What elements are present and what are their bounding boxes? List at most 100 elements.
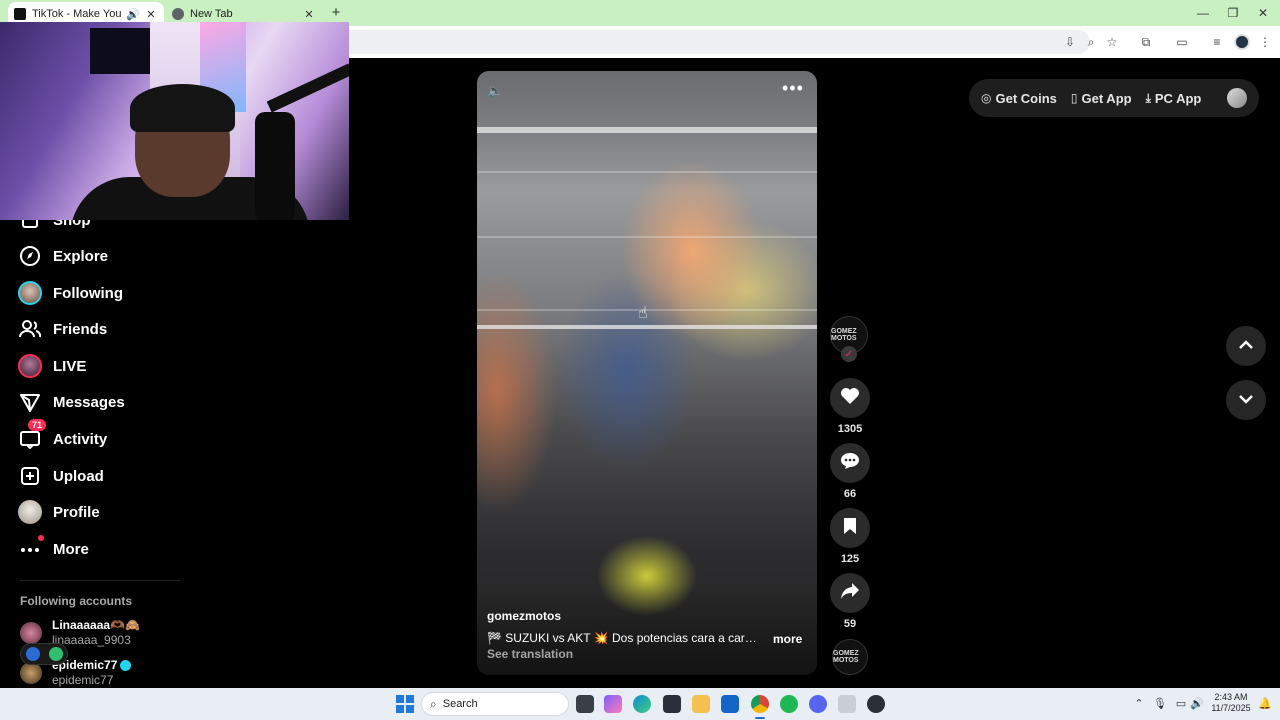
- sidebar-item-label: More: [53, 540, 89, 558]
- tab-title: TikTok - Make Your Day: [32, 8, 122, 20]
- search-icon: ⌕: [430, 696, 437, 711]
- bookmark-star-icon[interactable]: ☆: [1104, 34, 1120, 50]
- sidebar-item-friends[interactable]: Friends: [18, 315, 107, 343]
- account-avatar: [20, 622, 42, 644]
- comment-button[interactable]: [830, 443, 870, 483]
- sidebar-item-more[interactable]: More: [18, 535, 89, 563]
- windows-start-icon[interactable]: [396, 695, 414, 713]
- video-player[interactable]: 🔈 ••• gomezmotos 🏁 SUZUKI vs AKT 💥 Dos p…: [477, 71, 817, 675]
- chrome-icon[interactable]: [751, 695, 769, 713]
- sidebar-item-label: LIVE: [53, 357, 87, 375]
- save-count: 125: [840, 553, 860, 565]
- share-count: 59: [843, 618, 857, 630]
- edge-icon[interactable]: [633, 695, 651, 713]
- webcam-streamer-beanie: [130, 84, 235, 132]
- minimize-button[interactable]: —: [1188, 4, 1218, 22]
- address-bar[interactable]: [300, 30, 1090, 54]
- cast-icon[interactable]: ▭: [1174, 34, 1190, 50]
- new-tab-button[interactable]: +: [328, 4, 344, 22]
- sidebar-item-label: Friends: [53, 320, 108, 338]
- follow-check-icon[interactable]: ✓: [841, 346, 857, 362]
- see-translation-link[interactable]: See translation: [487, 647, 573, 661]
- heart-icon: [840, 387, 860, 410]
- extension-io-icon[interactable]: [25, 647, 40, 661]
- tray-overflow-icon[interactable]: ⌃: [1132, 696, 1146, 712]
- next-video-button[interactable]: [1226, 380, 1266, 420]
- xbox-icon[interactable]: [838, 695, 856, 713]
- like-count: 1305: [837, 423, 863, 435]
- pc-app-button[interactable]: ⤓ PC App: [1146, 91, 1202, 106]
- webcam-microphone: [255, 112, 295, 220]
- tab-title: New Tab: [190, 8, 233, 20]
- video-frame-detail: [477, 127, 817, 133]
- sidebar-item-following[interactable]: Following: [18, 279, 123, 307]
- taskbar-clock[interactable]: 2:43 AM 11/7/2025: [1208, 692, 1254, 714]
- notification-bell-icon[interactable]: 🔔: [1258, 696, 1272, 712]
- phone-icon: ▯: [1070, 91, 1078, 105]
- sidebar-item-label: Following: [53, 284, 123, 302]
- network-icon[interactable]: ▭: [1174, 696, 1188, 712]
- next-creator-avatar[interactable]: GOMEZ MOTOS: [832, 639, 868, 675]
- zoom-icon[interactable]: ⌕: [1083, 34, 1099, 50]
- task-view-icon[interactable]: [576, 695, 594, 713]
- browser-menu-icon[interactable]: ⋮: [1257, 34, 1273, 50]
- close-window-button[interactable]: ✕: [1248, 4, 1278, 22]
- video-more-options-icon[interactable]: •••: [781, 79, 805, 101]
- coin-icon: ◎: [981, 91, 992, 105]
- account-username: epidemic77: [52, 673, 114, 687]
- pc-app-label: PC App: [1154, 90, 1202, 106]
- like-button[interactable]: [830, 378, 870, 418]
- app-icon[interactable]: [867, 695, 885, 713]
- install-app-icon[interactable]: ⇩: [1062, 34, 1078, 50]
- video-author[interactable]: gomezmotos: [487, 609, 561, 623]
- get-app-button[interactable]: ▯ Get App: [1071, 91, 1132, 106]
- restore-button[interactable]: ❐: [1218, 4, 1248, 22]
- sidebar-item-explore[interactable]: Explore: [18, 242, 108, 270]
- spotify-icon[interactable]: [780, 695, 798, 713]
- video-frame-detail: [477, 236, 817, 238]
- discord-icon[interactable]: [809, 695, 827, 713]
- share-button[interactable]: [830, 573, 870, 613]
- webcam-mic-arm: [266, 63, 349, 113]
- header-actions: ◎ Get Coins ▯ Get App ⤓ PC App: [969, 79, 1259, 117]
- previous-video-button[interactable]: [1226, 326, 1266, 366]
- speaker-icon[interactable]: 🔊: [126, 8, 140, 21]
- inbox-icon: 71: [18, 419, 47, 451]
- chevron-down-icon: [1238, 391, 1254, 409]
- sidebar-item-messages[interactable]: Messages: [18, 388, 125, 416]
- sidebar-item-live[interactable]: LIVE: [18, 352, 86, 380]
- browser-profile-avatar[interactable]: [1234, 34, 1250, 50]
- bookmark-icon: [843, 517, 857, 540]
- video-frame-detail: [477, 325, 817, 329]
- media-controls-icon[interactable]: ≡: [1209, 34, 1225, 50]
- close-tab-icon[interactable]: ✕: [302, 8, 316, 21]
- microphone-icon[interactable]: 🎙: [1153, 696, 1167, 712]
- file-explorer-icon[interactable]: [692, 695, 710, 713]
- sidebar-item-label: Activity: [53, 430, 108, 448]
- sidebar-item-profile[interactable]: Profile: [18, 498, 100, 526]
- description-more-link[interactable]: more: [773, 632, 802, 646]
- close-tab-icon[interactable]: ✕: [144, 8, 158, 21]
- get-coins-label: Get Coins: [995, 90, 1057, 106]
- outlook-icon[interactable]: [721, 695, 739, 713]
- chrome-active-indicator: [755, 717, 765, 719]
- comment-count: 66: [843, 488, 857, 500]
- windows-taskbar: ⌕ Search ⌃ 🎙 ▭ 🔊 2:43 AM 11/7/2025 🔔: [0, 688, 1280, 720]
- taskbar-search[interactable]: ⌕ Search: [421, 692, 569, 716]
- sidebar-item-upload[interactable]: Upload: [18, 462, 104, 490]
- power-icon[interactable]: [48, 647, 63, 661]
- sidebar-item-label: Explore: [53, 247, 109, 265]
- sidebar-item-activity[interactable]: 71 Activity: [18, 419, 108, 453]
- copilot-icon[interactable]: [604, 695, 622, 713]
- floating-extension-widget[interactable]: [20, 643, 68, 665]
- user-avatar[interactable]: [1227, 88, 1247, 108]
- account-display-name: Linaaaaaa🫶🏾🙈: [52, 618, 140, 632]
- save-button[interactable]: [830, 508, 870, 548]
- extensions-icon[interactable]: ⧉: [1138, 34, 1154, 50]
- store-icon[interactable]: [663, 695, 681, 713]
- mute-icon[interactable]: 🔈: [487, 83, 503, 99]
- volume-icon[interactable]: 🔊: [1190, 696, 1204, 712]
- verified-badge-icon: [120, 660, 132, 672]
- get-coins-button[interactable]: ◎ Get Coins: [981, 91, 1057, 106]
- following-avatar: [18, 281, 42, 305]
